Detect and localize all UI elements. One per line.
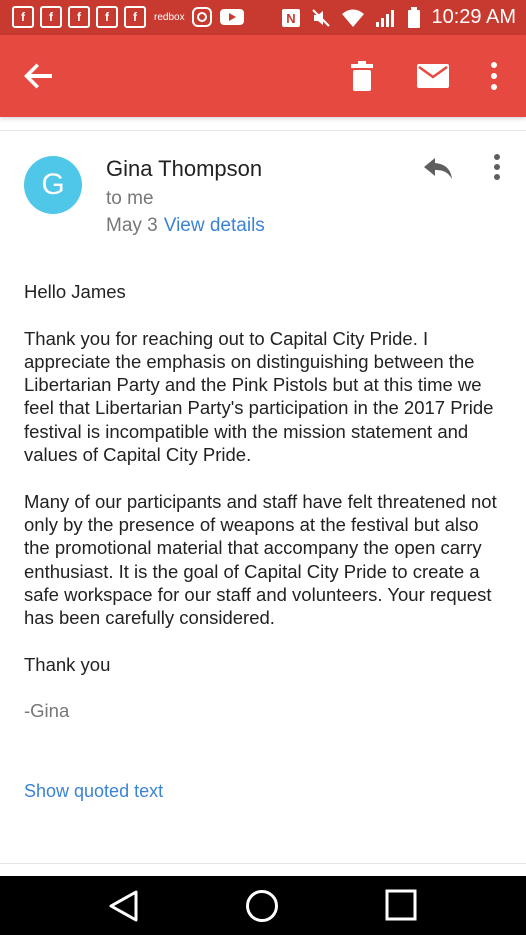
signature: -Gina [24,700,70,722]
clock-time: 10:29 AM [431,6,516,28]
facebook-icon: f [124,6,146,28]
facebook-icon: f [96,6,118,28]
home-circle-icon[interactable] [245,889,279,923]
mute-icon [312,8,331,27]
redbox-icon: redbox [154,11,185,23]
footer-divider [0,863,526,864]
youtube-icon [219,9,244,25]
signal-icon [376,9,395,27]
back-arrow-icon[interactable] [22,61,56,91]
wifi-icon [342,9,365,27]
closing: Thank you [24,653,111,675]
date-row: May 3 View details [106,215,265,237]
trash-icon[interactable] [348,60,376,92]
body-paragraph-1: Thank you for reaching out to Capital Ci… [24,327,494,466]
sender-avatar[interactable]: G [24,156,82,214]
notification-icons: f f f f f redbox [12,6,245,28]
recipient-label: to me [106,188,154,209]
recents-square-icon[interactable] [384,888,418,922]
view-details-link[interactable]: View details [164,215,265,236]
facebook-icon: f [68,6,90,28]
greeting: Hello James [24,281,126,302]
status-bar: f f f f f redbox N 10:29 AM [0,0,526,35]
system-nav-bar [0,876,526,935]
body-paragraph-2: Many of our participants and staff have … [24,490,497,629]
header-divider [0,130,526,131]
facebook-icon: f [12,6,34,28]
svg-text:N: N [287,11,296,26]
show-quoted-text-link[interactable]: Show quoted text [24,781,163,802]
nfc-icon: N [282,8,301,27]
facebook-icon: f [40,6,62,28]
message-more-icon[interactable] [487,152,507,182]
back-triangle-icon[interactable] [106,888,142,924]
instagram-icon [191,7,212,27]
system-icons: N 10:29 AM [281,6,516,29]
email-body: Hello James Thank you for reaching out t… [24,280,504,723]
email-date: May 3 [106,215,158,236]
sender-name: Gina Thompson [106,156,263,181]
reply-icon[interactable] [423,156,453,180]
mail-icon[interactable] [416,63,450,89]
more-vert-icon[interactable] [484,60,504,92]
app-toolbar [0,35,526,117]
battery-icon [408,6,421,28]
